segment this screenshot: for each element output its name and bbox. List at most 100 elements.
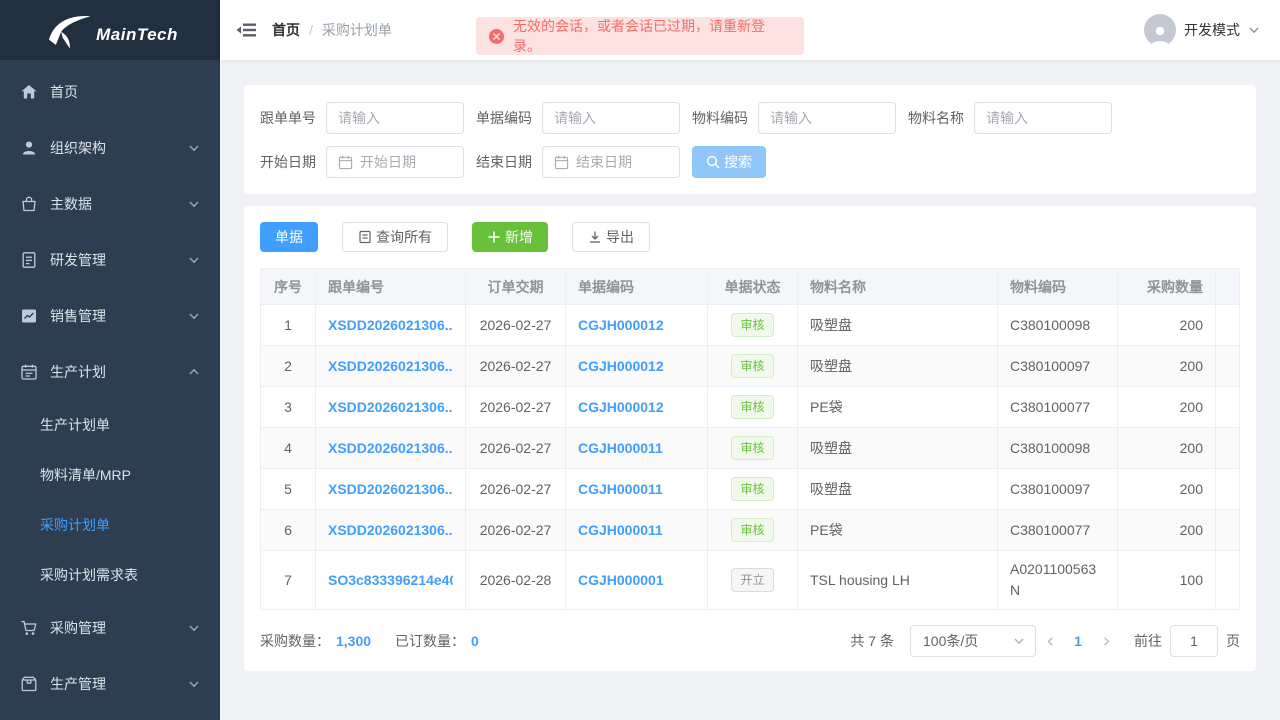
cell-qty: 200 xyxy=(1118,469,1216,510)
cell-qty: 200 xyxy=(1118,510,1216,551)
chevron-down-icon xyxy=(1248,24,1260,36)
cell-delivery_date: 2026-02-27 xyxy=(466,387,566,428)
sidebar-item-3[interactable]: 研发管理 xyxy=(0,232,220,288)
export-button[interactable]: 导出 xyxy=(572,222,650,252)
chevron-down-icon xyxy=(188,198,200,210)
doc_no-link[interactable]: CGJH000012 xyxy=(578,317,695,333)
document-icon xyxy=(358,230,372,244)
chevron-down-icon xyxy=(188,310,200,322)
doc-code-input[interactable] xyxy=(554,110,668,126)
cell-qty: 200 xyxy=(1118,387,1216,428)
breadcrumb-home[interactable]: 首页 xyxy=(272,20,300,40)
sidebar-subitem-5-2[interactable]: 采购计划单 xyxy=(0,500,220,550)
chevron-down-icon xyxy=(188,622,200,634)
add-button[interactable]: 新增 xyxy=(472,222,548,252)
page-suffix: 页 xyxy=(1226,631,1240,651)
purchase-qty-value: 1,300 xyxy=(336,633,371,649)
cell-filler xyxy=(1216,510,1240,551)
sidebar-item-label: 采购管理 xyxy=(50,618,188,638)
start-date-input[interactable] xyxy=(360,154,452,170)
cell-seq: 7 xyxy=(261,551,316,610)
cell-filler xyxy=(1216,469,1240,510)
calendar-icon xyxy=(20,363,38,381)
session-error-alert: 无效的会话，或者会话已过期，请重新登录。 xyxy=(476,17,804,55)
order_no-link[interactable]: XSDD2026021306.. xyxy=(328,317,453,333)
material-code-input[interactable] xyxy=(770,110,884,126)
sidebar-item-4[interactable]: 销售管理 xyxy=(0,288,220,344)
cell-doc_no: CGJH000011 xyxy=(566,469,708,510)
table-row: 1XSDD2026021306..2026-02-27CGJH000012审核吸… xyxy=(261,305,1240,346)
cell-material_name: 吸塑盘 xyxy=(798,428,998,469)
cell-status: 审核 xyxy=(708,510,798,551)
filter-material-code: 物料编码 xyxy=(692,102,896,134)
sidebar-item-label: 生产计划 xyxy=(50,362,188,382)
goto-label: 前往 xyxy=(1134,631,1162,651)
cell-material_code: C380100097 xyxy=(998,469,1118,510)
main-area: 首页 / 采购计划单 无效的会话，或者会话已过期，请重新登录。 开发模式 xyxy=(220,0,1280,720)
sidebar-item-1[interactable]: 组织架构 xyxy=(0,120,220,176)
cell-status: 审核 xyxy=(708,428,798,469)
calendar-icon xyxy=(338,155,353,170)
menu-fold-icon[interactable] xyxy=(236,20,256,40)
order_no-link[interactable]: SO3c833396214e40 xyxy=(328,572,453,588)
cart-icon xyxy=(20,619,38,637)
order_no-link[interactable]: XSDD2026021306.. xyxy=(328,522,453,538)
sidebar-item-2[interactable]: 主数据 xyxy=(0,176,220,232)
doc_no-link[interactable]: CGJH000011 xyxy=(578,522,695,538)
brand-swoosh-icon xyxy=(42,9,94,53)
cell-filler xyxy=(1216,387,1240,428)
doc_no-link[interactable]: CGJH000011 xyxy=(578,440,695,456)
goto-page-input[interactable] xyxy=(1170,625,1218,657)
summary-stats: 采购数量： 1,300 已订数量： 0 xyxy=(260,631,497,651)
material-name-input[interactable] xyxy=(986,110,1100,126)
sidebar-item-label: 生产管理 xyxy=(50,674,188,694)
cell-delivery_date: 2026-02-27 xyxy=(466,469,566,510)
cell-material_code: C380100077 xyxy=(998,510,1118,551)
download-icon xyxy=(588,230,602,244)
sidebar-item-0[interactable]: 首页 xyxy=(0,64,220,120)
current-page[interactable]: 1 xyxy=(1064,633,1092,649)
end-date-input[interactable] xyxy=(576,154,668,170)
filter-label: 物料名称 xyxy=(908,108,974,128)
document-icon xyxy=(20,251,38,269)
sidebar: MainTech 首页组织架构主数据研发管理销售管理生产计划生产计划单物料清单/… xyxy=(0,0,220,720)
cell-doc_no: CGJH000011 xyxy=(566,510,708,551)
page-size-select[interactable]: 100条/页 xyxy=(910,625,1036,657)
sidebar-item-7[interactable]: 生产管理 xyxy=(0,656,220,712)
query-all-button[interactable]: 查询所有 xyxy=(342,222,448,252)
sidebar-subitem-5-1[interactable]: 物料清单/MRP xyxy=(0,450,220,500)
doc-button[interactable]: 单据 xyxy=(260,222,318,252)
chevron-up-icon xyxy=(188,366,200,378)
order-no-input[interactable] xyxy=(338,110,452,126)
cell-doc_no: CGJH000012 xyxy=(566,346,708,387)
order_no-link[interactable]: XSDD2026021306.. xyxy=(328,399,453,415)
filter-label: 物料编码 xyxy=(692,108,758,128)
sidebar-item-6[interactable]: 采购管理 xyxy=(0,600,220,656)
doc_no-link[interactable]: CGJH000012 xyxy=(578,358,695,374)
column-header-material_code: 物料编码 xyxy=(998,269,1118,305)
status-badge: 审核 xyxy=(731,313,773,337)
sidebar-item-5[interactable]: 生产计划 xyxy=(0,344,220,400)
order_no-link[interactable]: XSDD2026021306.. xyxy=(328,358,453,374)
doc_no-link[interactable]: CGJH000012 xyxy=(578,399,695,415)
doc_no-link[interactable]: CGJH000011 xyxy=(578,481,695,497)
cell-status: 审核 xyxy=(708,346,798,387)
status-badge: 开立 xyxy=(731,568,773,592)
pagination: 共 7 条 100条/页 1 前往 页 xyxy=(850,625,1240,657)
order_no-link[interactable]: XSDD2026021306.. xyxy=(328,440,453,456)
page-content: 跟单单号 单据编码 物料编码 物料名称 开始日期 xyxy=(220,60,1280,720)
filter-panel: 跟单单号 单据编码 物料编码 物料名称 开始日期 xyxy=(244,85,1256,194)
status-badge: 审核 xyxy=(731,477,773,501)
sidebar-subitem-5-3[interactable]: 采购计划需求表 xyxy=(0,550,220,600)
search-button[interactable]: 搜索 xyxy=(692,146,766,178)
prev-page-button[interactable] xyxy=(1036,625,1064,657)
table-row: 6XSDD2026021306..2026-02-27CGJH000011审核P… xyxy=(261,510,1240,551)
next-page-button[interactable] xyxy=(1092,625,1120,657)
user-menu[interactable]: 开发模式 xyxy=(1144,14,1260,46)
doc_no-link[interactable]: CGJH000001 xyxy=(578,572,695,588)
cell-doc_no: CGJH000001 xyxy=(566,551,708,610)
person-icon xyxy=(1148,22,1172,46)
error-circle-icon xyxy=(489,29,504,44)
sidebar-subitem-5-0[interactable]: 生产计划单 xyxy=(0,400,220,450)
order_no-link[interactable]: XSDD2026021306.. xyxy=(328,481,453,497)
